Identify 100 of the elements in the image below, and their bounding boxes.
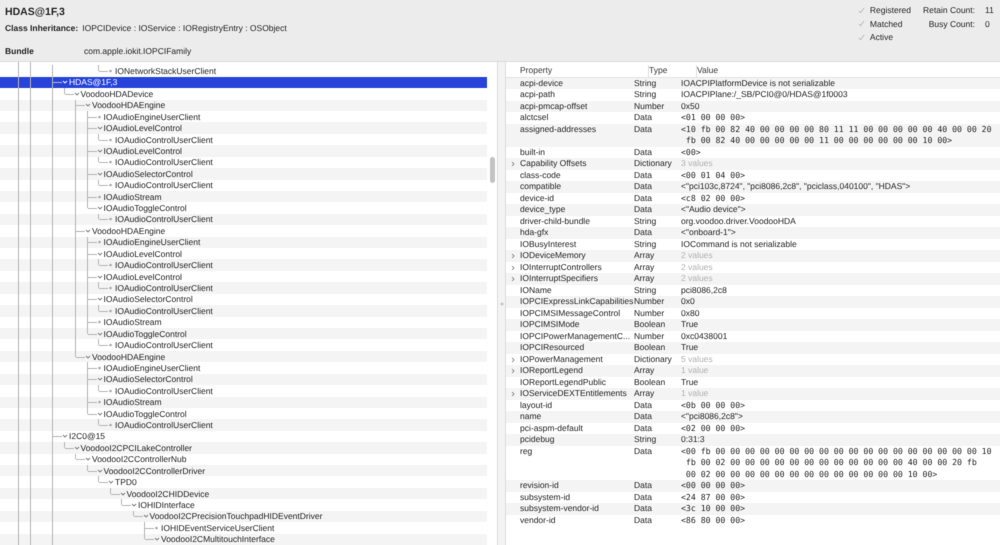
flag-label: Registered — [870, 5, 912, 15]
disclosure-chevron-icon[interactable] — [85, 456, 91, 462]
disclosure-chevron-icon[interactable] — [96, 468, 102, 474]
disclosure-chevron-icon[interactable] — [510, 391, 516, 398]
property-type: String — [634, 434, 658, 446]
property-value: 0x0 — [681, 296, 696, 308]
count-value: 11 — [985, 5, 993, 15]
disclosure-chevron-icon[interactable] — [108, 479, 114, 486]
tree-row[interactable]: IOAudioSelectorControl — [0, 374, 487, 386]
property-type: Data — [634, 204, 653, 216]
disclosure-chevron-icon[interactable] — [142, 513, 148, 520]
disclosure-chevron-icon[interactable] — [96, 205, 102, 212]
scrollbar-thumb[interactable] — [490, 157, 495, 184]
disclosure-chevron-icon[interactable] — [131, 502, 137, 508]
disclosure-chevron-icon[interactable] — [96, 125, 102, 132]
property-name: pci-aspm-default — [520, 422, 584, 434]
disclosure-chevron-icon[interactable] — [74, 444, 80, 451]
disclosure-chevron-icon[interactable] — [74, 90, 80, 97]
tree-row[interactable]: IOAudioControlUserClient — [0, 305, 487, 317]
disclosure-chevron-icon[interactable] — [96, 296, 102, 302]
inheritance-label: Class Inheritance: — [5, 23, 78, 33]
property-type: Number — [634, 296, 666, 308]
property-value: 2 values — [681, 273, 714, 285]
tree-row[interactable]: VoodooI2CControllerDriver — [0, 465, 487, 476]
tree-row[interactable]: IOAudioControlUserClient — [0, 419, 487, 431]
tree-row[interactable]: IOAudioEngineUserClient — [0, 236, 487, 248]
leaf-dot-icon — [154, 524, 160, 531]
property-type: Data — [634, 181, 653, 193]
leaf-dot-icon — [108, 159, 114, 166]
disclosure-chevron-icon[interactable] — [96, 330, 102, 337]
disclosure-chevron-icon[interactable] — [96, 148, 102, 154]
property-value: 00 02 00 00 00 00 00 00 00 00 00 00 00 00 00 10 00> — [684, 468, 938, 480]
property-value: 3 values — [681, 158, 714, 170]
property-name: IODeviceMemory — [520, 250, 587, 262]
property-type: Array — [634, 365, 656, 377]
tree-row[interactable]: VoodooI2CPCILakeController — [0, 442, 487, 454]
property-name: pcidebug — [520, 434, 556, 446]
property-name: reg — [520, 446, 534, 458]
property-type: Array — [634, 250, 656, 262]
tree-row[interactable]: VoodooI2CHIDDevice — [0, 488, 487, 500]
property-name: IOPCIPowerManagementC... — [520, 330, 632, 342]
disclosure-chevron-icon[interactable] — [510, 276, 516, 282]
leaf-dot-icon — [96, 399, 102, 406]
leaf-dot-icon — [96, 239, 102, 246]
disclosure-chevron-icon[interactable] — [96, 410, 102, 417]
property-name: vendor-id — [520, 514, 556, 526]
tree-row[interactable]: IOAudioControlUserClient — [0, 282, 487, 294]
tree-row[interactable]: IOAudioControlUserClient — [0, 259, 487, 271]
property-name: alctcsel — [520, 112, 550, 124]
property-type: String — [634, 89, 658, 101]
disclosure-chevron-icon[interactable] — [96, 376, 102, 382]
disclosure-chevron-icon[interactable] — [510, 368, 516, 374]
property-name: IOServiceDEXTEntitlements — [520, 388, 628, 400]
tree-row[interactable]: VoodooI2CPrecisionTouchpadHIDEventDriver — [0, 510, 487, 522]
tree-row[interactable]: IOAudioSelectorControl — [0, 168, 487, 180]
property-name: IOPCIResourced — [520, 342, 586, 354]
disclosure-chevron-icon[interactable] — [85, 102, 91, 108]
property-name: revision-id — [520, 480, 560, 492]
disclosure-chevron-icon[interactable] — [154, 536, 160, 542]
column-header[interactable]: Type — [648, 65, 696, 77]
tree-row[interactable]: HDAS@1F,3 — [0, 76, 487, 88]
property-value: 1 value — [681, 388, 710, 400]
property-value: <"pci103c,8724", "pci8086,2c8", "pciclass,040100", "HDAS"> — [681, 181, 912, 193]
disclosure-chevron-icon[interactable] — [62, 433, 68, 440]
disclosure-chevron-icon[interactable] — [510, 253, 516, 260]
disclosure-chevron-icon[interactable] — [510, 161, 516, 168]
disclosure-chevron-icon[interactable] — [510, 264, 516, 271]
property-type: Data — [634, 492, 653, 504]
tree-row[interactable]: IOAudioControlUserClient — [0, 214, 487, 226]
property-name: IOInterruptSpecifiers — [520, 273, 599, 285]
property-type: Number — [634, 100, 666, 112]
column-header[interactable]: Property — [506, 65, 648, 77]
tree-row[interactable]: IOAudioToggleControl — [0, 328, 487, 340]
disclosure-chevron-icon[interactable] — [510, 356, 516, 363]
column-header[interactable]: Value — [696, 65, 1000, 77]
disclosure-chevron-icon[interactable] — [96, 170, 102, 177]
tree-row[interactable]: IOAudioLevelControl — [0, 122, 487, 134]
tree-row[interactable]: IOAudioStream — [0, 190, 487, 202]
property-name: name — [520, 411, 542, 423]
disclosure-chevron-icon[interactable] — [85, 228, 91, 234]
property-name: layout-id — [520, 400, 554, 412]
tree-row[interactable]: IOAudioLevelControl — [0, 145, 487, 157]
property-type: Boolean — [634, 319, 666, 331]
property-name: IOReportLegendPublic — [520, 376, 608, 388]
disclosure-chevron-icon[interactable] — [96, 250, 102, 257]
property-name: built-in — [520, 146, 546, 158]
tree-row[interactable]: IOAudioStream — [0, 396, 487, 408]
count-label: Busy Count: — [928, 18, 975, 28]
property-value: fb 00 82 40 00 00 00 00 00 11 00 00 00 00 00 00 10 00> — [684, 135, 954, 147]
disclosure-chevron-icon[interactable] — [120, 490, 126, 497]
disclosure-chevron-icon[interactable] — [96, 274, 102, 280]
tree-row[interactable]: VoodooHDAEngine — [0, 100, 487, 111]
tree-row[interactable]: VoodooHDAEngine — [0, 350, 487, 362]
property-type: Dictionary — [634, 158, 673, 170]
property-type: Data — [634, 124, 653, 136]
property-value: IOACPIPlatformDevice is not serializable — [681, 78, 836, 90]
property-value: 0x80 — [681, 308, 700, 320]
disclosure-chevron-icon[interactable] — [85, 354, 91, 360]
tree-row[interactable]: VoodooI2CMultitouchInterface — [0, 534, 487, 545]
property-name: class-code — [520, 170, 562, 182]
